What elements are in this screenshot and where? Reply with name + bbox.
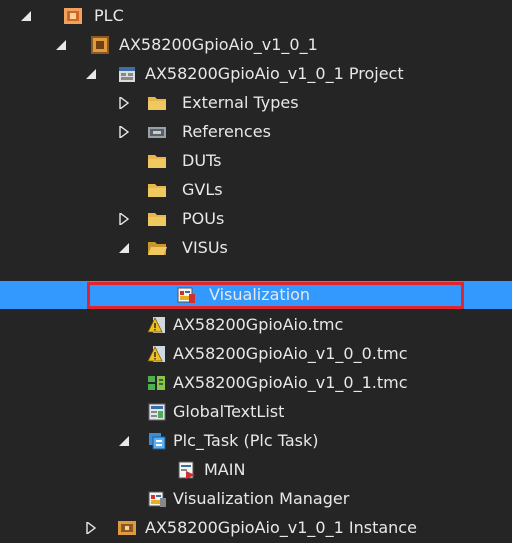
tree-node-main[interactable]: MAIN bbox=[0, 456, 512, 485]
instance-icon bbox=[117, 518, 137, 538]
tree-node-label: References bbox=[182, 122, 271, 141]
tree-node-label: AX58200GpioAio_v1_0_1.tmc bbox=[173, 373, 408, 392]
tree-node-label: MAIN bbox=[204, 460, 246, 479]
expanded-arrow-icon[interactable] bbox=[118, 435, 130, 447]
tree-node-visus[interactable]: VISUs bbox=[0, 234, 512, 263]
plc-project-icon bbox=[90, 35, 110, 55]
tree-node-label: POUs bbox=[182, 209, 225, 228]
tree-node-external-types[interactable]: External Types bbox=[0, 89, 512, 118]
warning-file-icon bbox=[147, 315, 167, 335]
tree-node-project[interactable]: AX58200GpioAio_v1_0_1 Project bbox=[0, 60, 512, 89]
tree-node-label: DUTs bbox=[182, 151, 222, 170]
tree-node-duts[interactable]: DUTs bbox=[0, 147, 512, 176]
tree-node-pous[interactable]: POUs bbox=[0, 205, 512, 234]
tree-node-plc[interactable]: PLC bbox=[0, 2, 512, 31]
expanded-arrow-icon[interactable] bbox=[20, 10, 32, 22]
collapsed-arrow-icon[interactable] bbox=[118, 213, 130, 225]
folder-icon bbox=[147, 209, 167, 229]
project-icon bbox=[117, 64, 137, 84]
tree-node-references[interactable]: References bbox=[0, 118, 512, 147]
warning-file-icon bbox=[147, 344, 167, 364]
folder-icon bbox=[147, 180, 167, 200]
open-folder-icon bbox=[147, 238, 167, 258]
tree-node-instance[interactable]: AX58200GpioAio_v1_0_1 Instance bbox=[0, 514, 512, 543]
tree-node-global-text-list[interactable]: GlobalTextList bbox=[0, 398, 512, 427]
tree-node-tmc-file[interactable]: AX58200GpioAio_v1_0_1.tmc bbox=[0, 369, 512, 398]
tree-node-label: PLC bbox=[94, 6, 124, 25]
program-icon bbox=[176, 460, 196, 480]
expanded-arrow-icon[interactable] bbox=[55, 39, 67, 51]
text-list-icon bbox=[147, 402, 167, 422]
tree-node-plc-project[interactable]: AX58200GpioAio_v1_0_1 bbox=[0, 31, 512, 60]
solution-tree: PLC AX58200GpioAio_v1_0_1 AX58200GpioAio… bbox=[0, 0, 512, 537]
folder-icon bbox=[147, 151, 167, 171]
collapsed-arrow-icon[interactable] bbox=[118, 126, 130, 138]
tree-node-gvls[interactable]: GVLs bbox=[0, 176, 512, 205]
tree-node-label: Visualization Manager bbox=[173, 489, 350, 508]
folder-icon bbox=[147, 93, 167, 113]
tree-node-label: Plc_Task (Plc Task) bbox=[173, 431, 319, 450]
tree-node-label: AX58200GpioAio_v1_0_1 Project bbox=[145, 64, 404, 83]
tree-node-label: Visualization bbox=[209, 285, 311, 304]
tree-node-label: GVLs bbox=[182, 180, 223, 199]
plc-icon bbox=[63, 6, 83, 26]
tree-node-tmc-file[interactable]: AX58200GpioAio_v1_0_0.tmc bbox=[0, 340, 512, 369]
tree-node-label: External Types bbox=[182, 93, 299, 112]
tree-node-label: GlobalTextList bbox=[173, 402, 285, 421]
tree-node-tmc-file[interactable]: AX58200GpioAio.tmc bbox=[0, 311, 512, 340]
tree-node-plc-task[interactable]: Plc_Task (Plc Task) bbox=[0, 427, 512, 456]
visualization-icon bbox=[176, 285, 196, 305]
tree-node-visualization-manager[interactable]: Visualization Manager bbox=[0, 485, 512, 514]
tree-node-label: AX58200GpioAio.tmc bbox=[173, 315, 344, 334]
tree-node-visualization[interactable]: Visualization bbox=[0, 281, 512, 309]
task-icon bbox=[147, 431, 167, 451]
expanded-arrow-icon[interactable] bbox=[85, 68, 97, 80]
tree-node-label: VISUs bbox=[182, 238, 228, 257]
tmc-file-icon bbox=[147, 373, 167, 393]
tree-node-label: AX58200GpioAio_v1_0_0.tmc bbox=[173, 344, 408, 363]
expanded-arrow-icon[interactable] bbox=[118, 242, 130, 254]
tree-node-label: AX58200GpioAio_v1_0_1 bbox=[119, 35, 318, 54]
visualization-manager-icon bbox=[147, 489, 167, 509]
collapsed-arrow-icon[interactable] bbox=[118, 97, 130, 109]
references-icon bbox=[147, 122, 167, 142]
collapsed-arrow-icon[interactable] bbox=[85, 522, 97, 534]
